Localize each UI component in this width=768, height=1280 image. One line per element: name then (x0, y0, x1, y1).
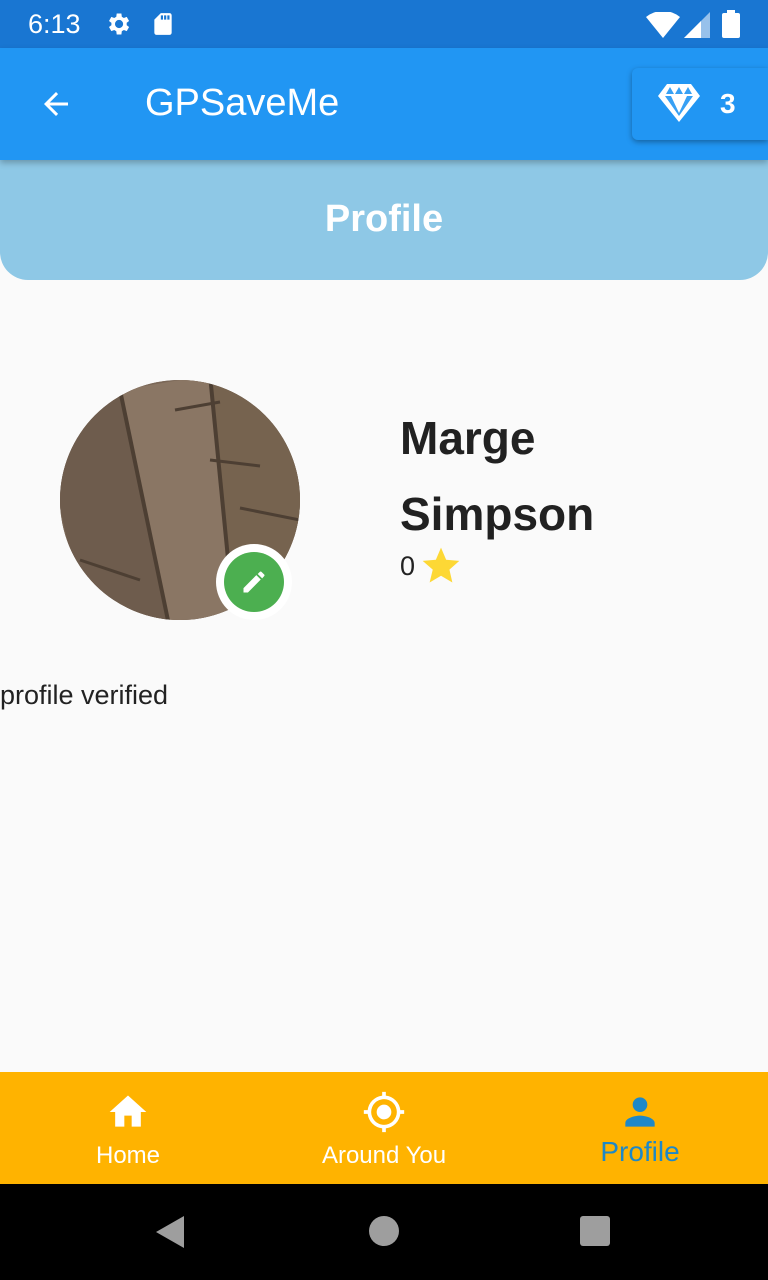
arrow-back-icon (44, 92, 68, 116)
rating-value: 0 (400, 550, 416, 581)
system-navigation-bar (0, 1184, 768, 1280)
status-bar: 6:13 (0, 0, 768, 48)
user-last-name: Simpson (400, 488, 595, 540)
nav-home[interactable]: Home (0, 1072, 256, 1184)
sd-card-icon (154, 13, 172, 35)
settings-icon (109, 13, 130, 35)
user-name: Marge Simpson (400, 400, 740, 552)
page-title: Profile (324, 198, 444, 240)
nav-home-label: Home (95, 1142, 161, 1169)
edit-badge-circle (224, 552, 284, 612)
profile-header: Profile (0, 150, 768, 280)
status-time: 6:13 (28, 9, 81, 39)
nav-around-you[interactable]: Around You (256, 1072, 512, 1184)
signal-icon (684, 12, 710, 38)
app-title: GPSaveMe (145, 82, 340, 124)
back-button[interactable] (30, 78, 82, 130)
nav-profile[interactable]: Profile (512, 1072, 768, 1184)
system-recents-icon[interactable] (580, 1216, 610, 1246)
diamond-icon (658, 84, 700, 122)
battery-icon (722, 10, 740, 38)
home-icon (109, 1095, 147, 1127)
app-bar: GPSaveMe 3 (0, 48, 768, 160)
wifi-icon (646, 12, 680, 38)
verification-status: profile verified (0, 680, 169, 710)
gems-count: 3 (720, 88, 736, 119)
bottom-navigation: Home Around You Profile (0, 1072, 768, 1184)
nav-profile-label: Profile (600, 1136, 680, 1167)
person-icon (625, 1097, 655, 1127)
system-home-icon[interactable] (369, 1216, 399, 1246)
user-first-name: Marge (400, 412, 536, 464)
gems-button[interactable]: 3 (632, 68, 768, 140)
star-icon (422, 547, 460, 583)
nav-around-you-label: Around You (321, 1142, 447, 1169)
gps-target-icon (363, 1091, 405, 1133)
system-back-icon[interactable] (152, 1214, 188, 1250)
pencil-icon (243, 571, 265, 593)
user-rating: 0 (400, 544, 463, 588)
edit-avatar-button[interactable] (216, 544, 292, 620)
